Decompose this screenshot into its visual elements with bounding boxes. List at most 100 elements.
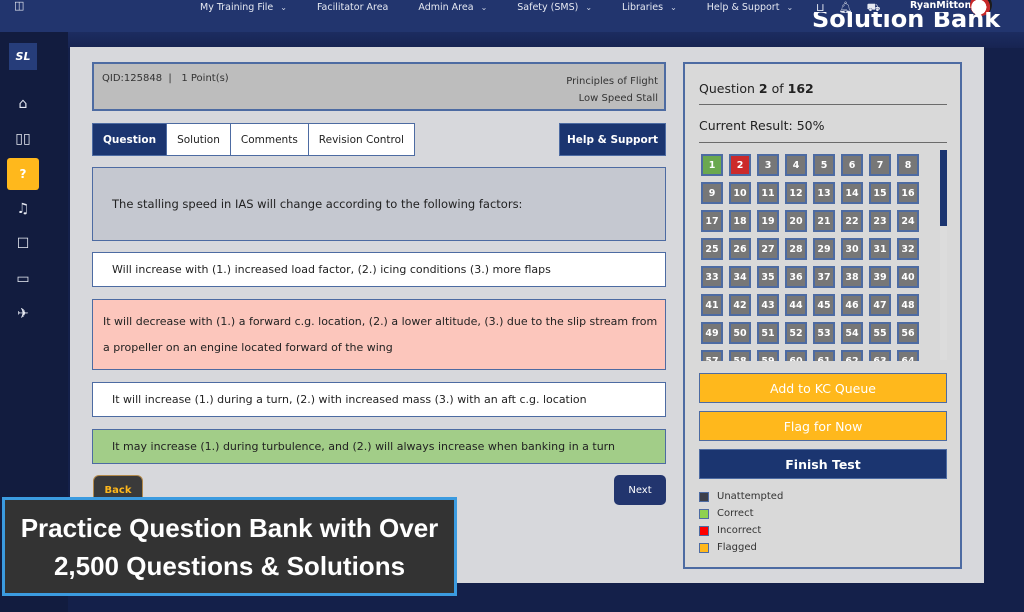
question-cell[interactable]: 7 [869, 154, 891, 176]
question-cell[interactable]: 12 [785, 182, 807, 204]
question-cell[interactable]: 60 [785, 350, 807, 361]
question-cell[interactable]: 34 [729, 266, 751, 288]
question-cell[interactable]: 48 [897, 294, 919, 316]
sidebar-item-calendar[interactable]: ▭ [7, 263, 39, 295]
question-cell[interactable]: 47 [869, 294, 891, 316]
sidebar-item-question-bank[interactable]: ? [7, 158, 39, 190]
question-cell[interactable]: 49 [701, 322, 723, 344]
nav-facilitator-area[interactable]: Facilitator Area [317, 2, 388, 13]
question-cell[interactable]: 50 [729, 322, 751, 344]
question-cell[interactable]: 33 [701, 266, 723, 288]
bell-icon[interactable]: 🔔︎ [839, 2, 853, 13]
grid-scrollbar[interactable] [940, 150, 947, 360]
question-cell[interactable]: 19 [757, 210, 779, 232]
question-cell[interactable]: 63 [869, 350, 891, 361]
question-cell[interactable]: 28 [785, 238, 807, 260]
question-cell[interactable]: 37 [813, 266, 835, 288]
flag-for-now-button[interactable]: Flag for Now [699, 411, 947, 441]
answer-option[interactable]: It will increase (1.) during a turn, (2.… [92, 382, 666, 417]
question-cell[interactable]: 58 [729, 350, 751, 361]
question-cell[interactable]: 22 [841, 210, 863, 232]
question-cell[interactable]: 59 [757, 350, 779, 361]
question-cell[interactable]: 8 [897, 154, 919, 176]
question-cell[interactable]: 43 [757, 294, 779, 316]
question-cell[interactable]: 55 [869, 322, 891, 344]
tab-solution[interactable]: Solution [167, 124, 231, 155]
question-cell[interactable]: 23 [869, 210, 891, 232]
question-cell[interactable]: 9 [701, 182, 723, 204]
question-cell[interactable]: 39 [869, 266, 891, 288]
sidebar-item-flight[interactable]: ✈ [7, 298, 39, 330]
answer-option[interactable]: Will increase with (1.) increased load f… [92, 252, 666, 287]
question-cell[interactable]: 11 [757, 182, 779, 204]
username[interactable]: RyanMitton [910, 0, 971, 12]
question-cell[interactable]: 26 [729, 238, 751, 260]
question-cell[interactable]: 61 [813, 350, 835, 361]
question-cell[interactable]: 17 [701, 210, 723, 232]
next-button[interactable]: Next [614, 475, 666, 505]
question-cell[interactable]: 46 [841, 294, 863, 316]
question-cell[interactable]: 38 [841, 266, 863, 288]
question-cell[interactable]: 42 [729, 294, 751, 316]
question-cell[interactable]: 27 [757, 238, 779, 260]
sidebar-item-chat[interactable]: ☐ [7, 228, 39, 260]
sidebar-toggle-icon[interactable]: ◫ [14, 0, 24, 12]
question-cell-incorrect[interactable]: 2 [729, 154, 751, 176]
question-cell-correct[interactable]: 1 [701, 154, 723, 176]
question-cell[interactable]: 56 [897, 322, 919, 344]
question-cell[interactable]: 25 [701, 238, 723, 260]
question-cell[interactable]: 40 [897, 266, 919, 288]
answer-option-incorrect[interactable]: It will decrease with (1.) a forward c.g… [92, 299, 666, 370]
cart-icon[interactable]: ⛟ [867, 2, 881, 13]
nav-safety-sms[interactable]: Safety (SMS) ⌄ [517, 2, 592, 13]
inbox-icon[interactable]: ⊔ [816, 2, 825, 13]
tab-revision-control[interactable]: Revision Control [308, 124, 414, 155]
question-cell[interactable]: 51 [757, 322, 779, 344]
question-cell[interactable]: 4 [785, 154, 807, 176]
nav-libraries[interactable]: Libraries ⌄ [622, 2, 677, 13]
question-cell[interactable]: 41 [701, 294, 723, 316]
sidebar-item-support[interactable]: ♫ [7, 193, 39, 225]
nav-help-support[interactable]: Help & Support ⌄ [707, 2, 793, 13]
sidebar-item-library[interactable]: ▯▯ [7, 123, 39, 155]
question-cell[interactable]: 15 [869, 182, 891, 204]
tab-question[interactable]: Question [93, 124, 168, 155]
question-cell[interactable]: 53 [813, 322, 835, 344]
question-cell[interactable]: 54 [841, 322, 863, 344]
nav-label: Facilitator Area [316, 1, 389, 13]
scrollbar-thumb[interactable] [940, 150, 947, 226]
question-cell[interactable]: 20 [785, 210, 807, 232]
question-cell[interactable]: 16 [897, 182, 919, 204]
tab-comments[interactable]: Comments [230, 124, 309, 155]
question-cell[interactable]: 24 [897, 210, 919, 232]
question-cell[interactable]: 18 [729, 210, 751, 232]
question-cell[interactable]: 14 [841, 182, 863, 204]
question-cell[interactable]: 44 [785, 294, 807, 316]
question-cell[interactable]: 29 [813, 238, 835, 260]
question-cell[interactable]: 3 [757, 154, 779, 176]
question-cell[interactable]: 30 [841, 238, 863, 260]
question-cell[interactable]: 52 [785, 322, 807, 344]
question-cell[interactable]: 5 [813, 154, 835, 176]
nav-admin-area[interactable]: Admin Area ⌄ [418, 2, 487, 13]
question-cell[interactable]: 21 [813, 210, 835, 232]
sidebar-item-home[interactable]: ⌂ [7, 88, 39, 120]
answer-option-correct[interactable]: It may increase (1.) during turbulence, … [92, 429, 666, 464]
question-cell[interactable]: 13 [813, 182, 835, 204]
question-cell[interactable]: 31 [869, 238, 891, 260]
logo[interactable]: SL [9, 43, 37, 70]
question-cell[interactable]: 6 [841, 154, 863, 176]
add-to-kc-queue-button[interactable]: Add to KC Queue [699, 373, 947, 403]
question-cell[interactable]: 32 [897, 238, 919, 260]
nav-my-training-file[interactable]: My Training File ⌄ [200, 2, 287, 13]
question-cell[interactable]: 64 [897, 350, 919, 361]
chevron-down-icon: ⌄ [670, 2, 677, 12]
help-support-button[interactable]: Help & Support [559, 123, 666, 156]
question-cell[interactable]: 35 [757, 266, 779, 288]
question-cell[interactable]: 62 [841, 350, 863, 361]
question-cell[interactable]: 45 [813, 294, 835, 316]
question-cell[interactable]: 57 [701, 350, 723, 361]
question-cell[interactable]: 36 [785, 266, 807, 288]
finish-test-button[interactable]: Finish Test [699, 449, 947, 479]
question-cell[interactable]: 10 [729, 182, 751, 204]
